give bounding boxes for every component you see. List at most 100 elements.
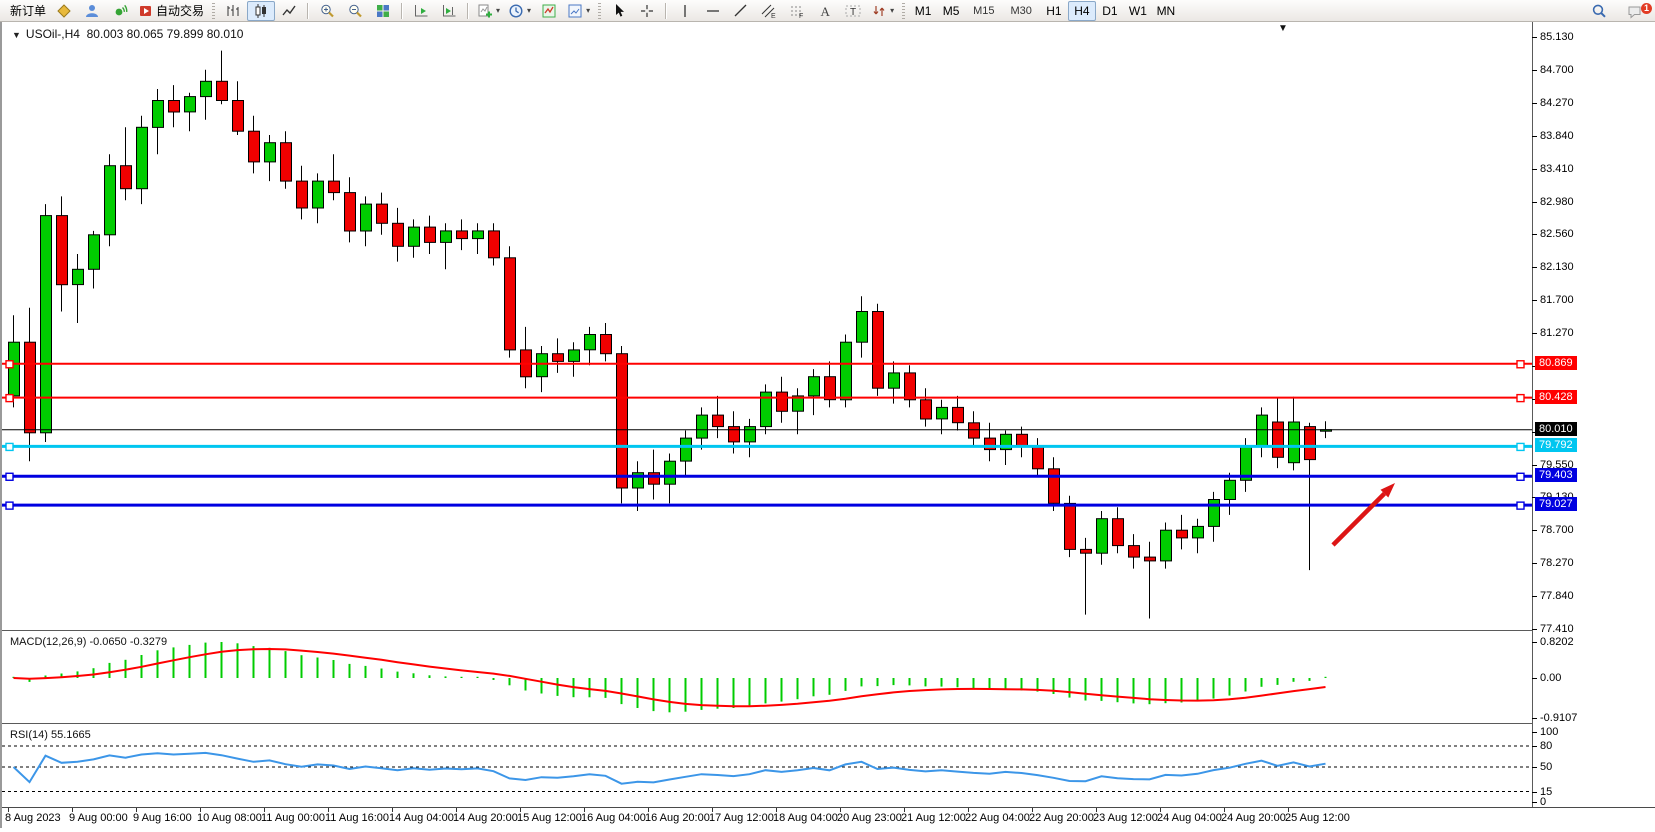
cursor-button[interactable] [605,1,633,21]
toolbar-gripper[interactable] [598,3,601,19]
search-button[interactable] [1585,1,1613,21]
price-tag-79.027: 79.027 [1535,497,1577,511]
line-anchor[interactable] [6,502,13,509]
label-button[interactable]: T [839,1,867,21]
timeframe-h1[interactable]: H1 [1040,1,1068,21]
signals-icon[interactable] [106,1,134,21]
rsi-panel[interactable] [2,725,1532,807]
new-order-button[interactable]: 新订单 [6,1,50,21]
vline-button[interactable] [671,1,699,21]
dropdown-caret-icon[interactable]: ▾ [586,6,590,15]
hline-button[interactable] [699,1,727,21]
toolbar-gripper[interactable] [212,3,215,19]
time-tick-label: 16 Aug 20:00 [645,812,710,824]
period-button[interactable]: ▾ [504,1,535,21]
candle-up [153,101,164,128]
macd-panel[interactable] [2,632,1532,724]
price-tick-mark [1532,629,1537,630]
new-chart-button[interactable]: ▾ [473,1,504,21]
timeframe-m30[interactable]: M30 [1003,1,1040,21]
shapes-button[interactable]: ▾ [867,1,898,21]
bar-chart-button[interactable] [219,1,247,21]
rsi-tick-label: 100 [1540,726,1558,738]
price-tick-mark [1532,530,1537,531]
notifications-button[interactable]: 1 [1621,1,1649,21]
candle-down [953,407,964,422]
line-anchor[interactable] [1517,443,1524,450]
price-tick-mark [1532,596,1537,597]
candle-down [1065,503,1076,549]
price-tick-mark [1532,563,1537,564]
timeframe-d1[interactable]: D1 [1096,1,1124,21]
notification-badge: 1 [1641,3,1652,14]
price-tick-label: 81.270 [1540,327,1574,339]
chart-shift-button[interactable] [435,1,463,21]
template-button[interactable]: ▾ [563,1,594,21]
candle-down [1033,446,1044,469]
autotrading-button[interactable]: 自动交易 [134,1,208,21]
line-anchor[interactable] [6,395,13,402]
candle-down [617,354,628,488]
candle-down [377,204,388,223]
text-button[interactable]: A [811,1,839,21]
candle-down [249,131,260,162]
trendline-icon [733,3,749,19]
candle-down [825,377,836,400]
candle-down [297,181,308,208]
timeframe-m1[interactable]: M1 [909,1,937,21]
shapes-icon [871,3,887,19]
dropdown-caret-icon[interactable]: ▾ [527,6,531,15]
timeframe-m5[interactable]: M5 [937,1,965,21]
dropdown-caret-icon[interactable]: ▾ [890,6,894,15]
timeframe-w1[interactable]: W1 [1124,1,1152,21]
tile-windows-button[interactable] [369,1,397,21]
line-anchor[interactable] [6,443,13,450]
candle-up [41,216,52,433]
candle-up [1289,422,1300,463]
candle-up [313,181,324,208]
candlestick-chart[interactable] [2,22,1532,630]
indicators-button[interactable] [535,1,563,21]
time-tick-label: 25 Aug 12:00 [1285,812,1350,824]
macd-tick-label: -0.9107 [1540,712,1577,724]
panel-divider[interactable] [2,630,1532,631]
market-icon[interactable] [78,1,106,21]
candlestick-button[interactable] [247,1,275,21]
trendline-button[interactable] [727,1,755,21]
auto-scroll-button[interactable] [407,1,435,21]
candle-down [1049,469,1060,504]
line-chart-button[interactable] [275,1,303,21]
toolbar-gripper[interactable] [902,3,905,19]
candle-up [201,81,212,96]
arrow-annotation[interactable] [1333,494,1384,545]
metaeditor-icon[interactable] [50,1,78,21]
candle-up [361,204,372,231]
timeframe-m15[interactable]: M15 [965,1,1002,21]
candle-down [329,181,340,193]
rsi-tick-mark [1532,732,1537,733]
candle-down [729,427,740,442]
panel-divider[interactable] [2,723,1532,724]
price-tick-mark [1532,70,1537,71]
line-anchor[interactable] [1517,361,1524,368]
zoom-out-button[interactable] [341,1,369,21]
line-anchor[interactable] [6,473,13,480]
price-tick-mark [1532,465,1537,466]
line-anchor[interactable] [1517,502,1524,509]
fibonacci-button[interactable]: F [783,1,811,21]
line-anchor[interactable] [1517,395,1524,402]
candle-down [1305,427,1316,460]
candle-up [1225,480,1236,499]
timeframe-h4[interactable]: H4 [1068,1,1096,21]
chart-window: ▼USOil-,H4 80.003 80.065 79.899 80.010 ▼… [0,22,1655,828]
zoom-in-button[interactable] [313,1,341,21]
tile-windows-icon [375,3,391,19]
dropdown-caret-icon[interactable]: ▾ [496,6,500,15]
candle-up [585,335,596,350]
crosshair-button[interactable] [633,1,661,21]
channel-button[interactable]: E [755,1,783,21]
timeframe-mn[interactable]: MN [1152,1,1180,21]
line-anchor[interactable] [1517,473,1524,480]
line-anchor[interactable] [6,361,13,368]
time-tick-label: 22 Aug 04:00 [965,812,1030,824]
